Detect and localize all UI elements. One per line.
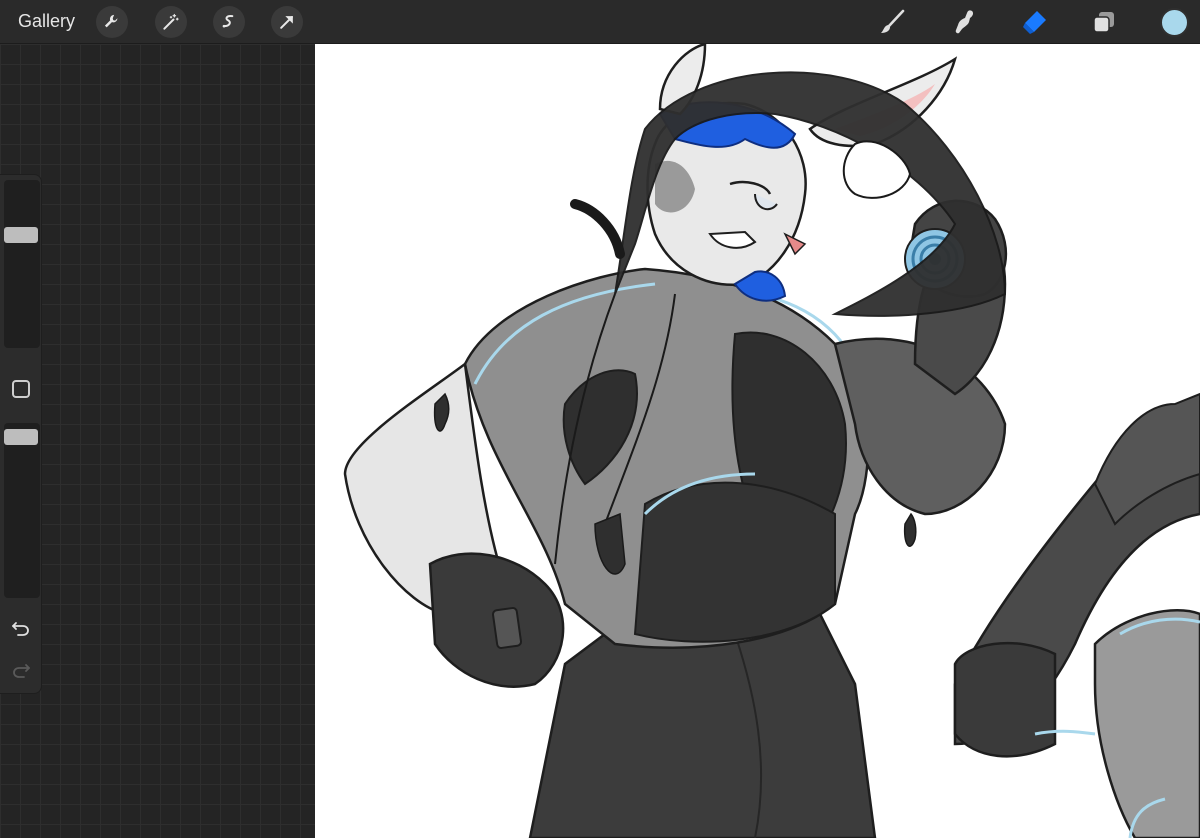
layers-icon [1093, 12, 1114, 33]
smudge-icon [955, 10, 974, 34]
transform-button[interactable] [271, 6, 303, 38]
opacity-slider[interactable] [4, 423, 40, 598]
top-toolbar: Gallery [0, 0, 1200, 44]
brush-tool[interactable] [876, 6, 908, 38]
eraser-icon [1023, 11, 1046, 34]
adjustments-button[interactable] [155, 6, 187, 38]
gallery-button[interactable]: Gallery [18, 11, 75, 32]
drawing-canvas[interactable] [315, 44, 1200, 838]
eraser-tool[interactable] [1018, 6, 1050, 38]
modifier-square-icon[interactable] [12, 380, 30, 398]
brush-size-slider[interactable] [4, 180, 40, 348]
procreate-app: Gallery [0, 0, 1200, 838]
actions-button[interactable] [96, 6, 128, 38]
brush-size-handle[interactable] [4, 227, 38, 243]
workspace-background [0, 44, 315, 838]
artwork-illustration [343, 44, 1200, 838]
color-picker-button[interactable] [1160, 8, 1189, 37]
layers-button[interactable] [1088, 6, 1120, 38]
selection-button[interactable] [213, 6, 245, 38]
side-toolbar [0, 174, 42, 694]
opacity-handle[interactable] [4, 429, 38, 445]
transform-arrow-icon [280, 16, 293, 29]
magic-wand-icon [163, 13, 179, 30]
selection-icon [222, 15, 234, 28]
wrench-icon [104, 14, 118, 28]
smudge-tool[interactable] [948, 6, 980, 38]
undo-icon[interactable] [10, 617, 32, 639]
redo-icon[interactable] [10, 659, 32, 681]
brush-icon [881, 9, 905, 33]
